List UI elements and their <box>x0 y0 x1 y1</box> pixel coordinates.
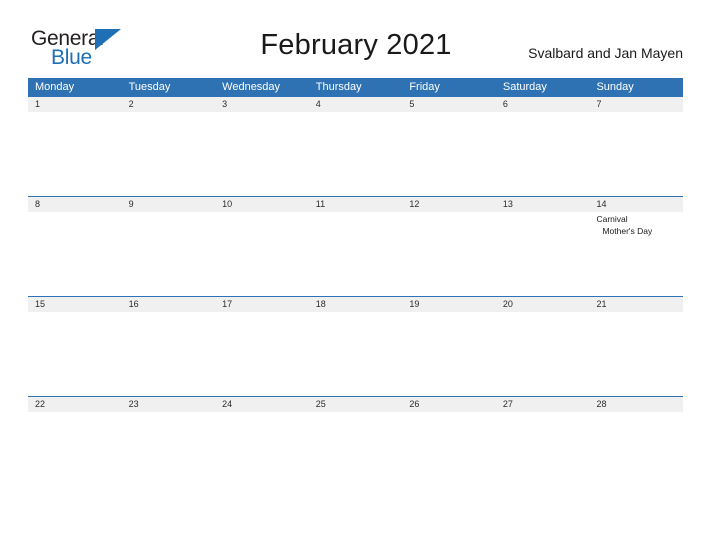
day-number-cell[interactable]: 20 <box>496 297 590 312</box>
day-number-cell[interactable]: 10 <box>215 197 309 212</box>
day-event-cell[interactable]: Carnival Mother's Day <box>589 212 684 296</box>
day-of-week-saturday: Saturday <box>502 81 547 93</box>
day-event-cell[interactable] <box>215 412 309 496</box>
calendar-week-row: 8 9 10 11 12 13 14 Carnival Mother's Day <box>28 196 684 296</box>
day-number-cell[interactable]: 14 <box>589 197 683 212</box>
day-number-cell[interactable]: 12 <box>402 197 496 212</box>
day-number-cell[interactable]: 2 <box>122 97 216 112</box>
week-date-band: 22 23 24 25 26 27 28 <box>28 397 683 412</box>
week-event-band <box>28 412 684 496</box>
day-event-cell[interactable] <box>402 412 496 496</box>
day-of-week-tuesday: Tuesday <box>128 81 171 93</box>
calendar-week-row: 22 23 24 25 26 27 28 <box>28 396 684 496</box>
page-header: General Blue February 2021 Svalbard and … <box>0 0 712 78</box>
holiday-event-label: Mother's Day <box>602 225 653 236</box>
day-of-week-monday: Monday <box>35 81 75 93</box>
day-number-cell[interactable]: 11 <box>309 197 403 212</box>
day-event-cell[interactable] <box>589 312 684 396</box>
day-event-cell[interactable] <box>215 212 309 296</box>
day-of-week-thursday: Thursday <box>315 81 362 93</box>
day-number-cell[interactable]: 17 <box>215 297 309 312</box>
day-event-cell[interactable] <box>402 212 496 296</box>
day-event-cell[interactable] <box>215 112 309 196</box>
calendar-page: General Blue February 2021 Svalbard and … <box>0 0 712 550</box>
holiday-event-label: Carnival <box>596 214 628 224</box>
day-number-cell[interactable]: 7 <box>589 97 683 112</box>
week-event-band: Carnival Mother's Day <box>28 212 684 296</box>
day-event-cell[interactable] <box>589 112 684 196</box>
day-event-cell[interactable] <box>495 112 590 196</box>
day-event-cell[interactable] <box>589 412 684 496</box>
day-event-cell[interactable] <box>121 212 216 296</box>
day-event-cell[interactable] <box>28 212 122 296</box>
day-event-cell[interactable] <box>495 212 590 296</box>
day-number-cell[interactable]: 27 <box>496 397 590 412</box>
week-event-band <box>28 312 684 396</box>
day-event-cell[interactable] <box>121 312 216 396</box>
day-number-cell[interactable]: 23 <box>122 397 216 412</box>
day-event-cell[interactable] <box>121 412 216 496</box>
calendar-weeks: 1 2 3 4 5 6 7 8 9 10 11 12 13 14 Carnival Mother's Day 1… <box>28 96 684 496</box>
day-number-cell[interactable]: 25 <box>309 397 403 412</box>
day-number-cell[interactable]: 3 <box>215 97 309 112</box>
day-number-cell[interactable]: 13 <box>496 197 590 212</box>
week-date-band: 15 16 17 18 19 20 21 <box>28 297 683 312</box>
day-of-week-header-row: Monday Tuesday Wednesday Thursday Friday… <box>28 78 683 96</box>
week-date-band: 1234567 <box>28 97 683 112</box>
day-number-cell[interactable]: 22 <box>28 397 122 412</box>
day-number-cell[interactable]: 1 <box>28 97 122 112</box>
day-number-cell[interactable]: 5 <box>402 97 496 112</box>
day-event-cell[interactable] <box>308 112 403 196</box>
calendar-week-row: 15 16 17 18 19 20 21 <box>28 296 684 396</box>
day-number-cell[interactable]: 19 <box>402 297 496 312</box>
day-event-cell[interactable] <box>308 212 403 296</box>
day-number-cell[interactable]: 15 <box>28 297 122 312</box>
day-number-cell[interactable]: 8 <box>28 197 122 212</box>
location-label: Svalbard and Jan Mayen <box>528 45 683 61</box>
day-event-cell[interactable] <box>121 112 216 196</box>
day-of-week-friday: Friday <box>409 81 440 93</box>
day-of-week-wednesday: Wednesday <box>222 81 281 93</box>
week-event-band <box>28 112 684 196</box>
day-of-week-sunday: Sunday <box>596 81 634 93</box>
day-event-cell[interactable] <box>28 112 122 196</box>
day-event-cell[interactable] <box>215 312 309 396</box>
day-number-cell[interactable]: 28 <box>589 397 683 412</box>
day-event-cell[interactable] <box>495 312 590 396</box>
day-number-cell[interactable]: 16 <box>122 297 216 312</box>
calendar-week-row: 1234567 <box>28 96 684 196</box>
day-event-cell[interactable] <box>495 412 590 496</box>
week-date-band: 8 9 10 11 12 13 14 <box>28 197 683 212</box>
day-event-cell[interactable] <box>28 412 122 496</box>
day-event-cell[interactable] <box>308 412 403 496</box>
calendar-grid: Monday Tuesday Wednesday Thursday Friday… <box>28 78 684 496</box>
day-event-cell[interactable] <box>402 312 496 396</box>
day-number-cell[interactable]: 9 <box>122 197 216 212</box>
day-number-cell[interactable]: 21 <box>589 297 683 312</box>
day-number-cell[interactable]: 26 <box>402 397 496 412</box>
day-number-cell[interactable]: 24 <box>215 397 309 412</box>
day-number-cell[interactable]: 18 <box>309 297 403 312</box>
day-number-cell[interactable]: 4 <box>309 97 403 112</box>
day-event-cell[interactable] <box>28 312 122 396</box>
day-event-cell[interactable] <box>308 312 403 396</box>
day-event-cell[interactable] <box>402 112 496 196</box>
day-number-cell[interactable]: 6 <box>496 97 590 112</box>
